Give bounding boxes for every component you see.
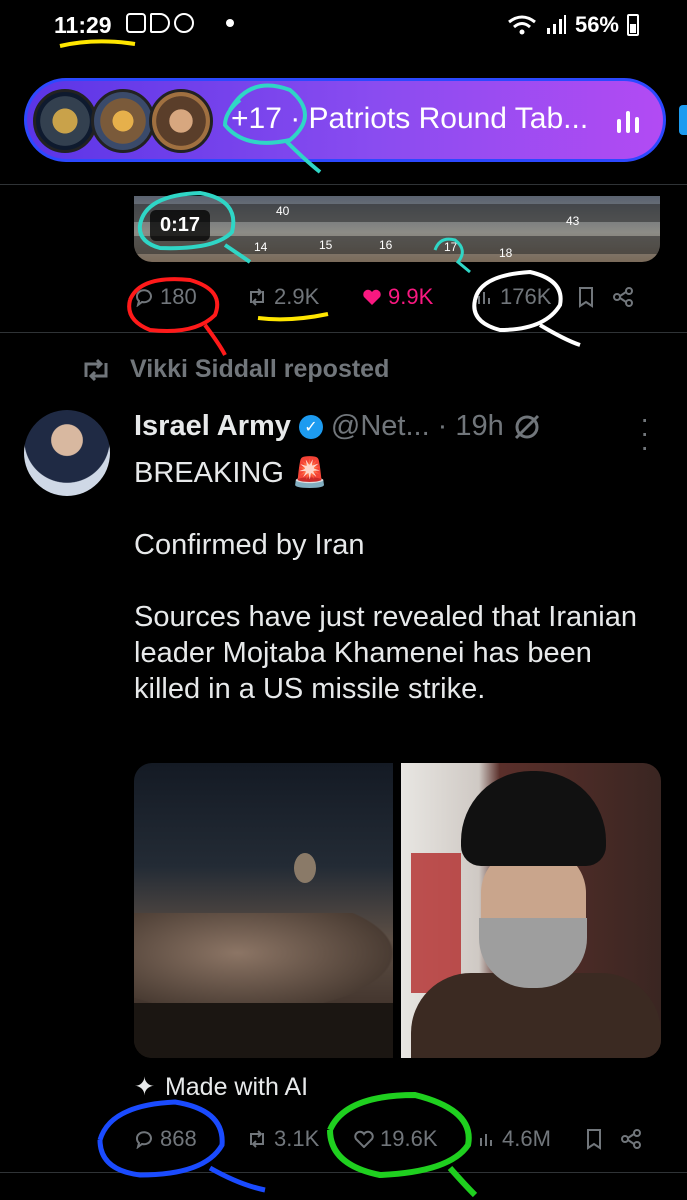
status-time: 11:29 [54,12,112,38]
wifi-icon [508,15,536,35]
tweet-media[interactable] [134,763,661,1058]
live-space-pill[interactable]: +17 · Patriots Round Tab... [24,78,666,162]
repost-button[interactable]: 3.1K [246,1126,354,1152]
tweet-line: Sources have just revealed that Iranian … [134,601,637,705]
battery-percent: 56% [574,12,619,37]
like-count: 9.9K [388,284,434,309]
portrait-image[interactable] [401,763,661,1058]
bookmark-icon[interactable] [584,1128,604,1150]
more-options-icon[interactable]: · · · [640,405,649,461]
views-button[interactable]: 176K [476,284,576,310]
reply-count: 868 [160,1126,197,1151]
more-notifications-dot [226,19,234,27]
author-handle[interactable]: @Net... [331,410,430,443]
divider [0,332,687,333]
seat-number: 17 [444,240,458,254]
space-host-avatar-3 [149,89,213,153]
space-title: +17 · Patriots Round Tab... [231,102,589,135]
seat-number: 16 [379,238,393,252]
seat-number: 14 [254,240,268,254]
signal-icon [546,15,566,34]
repost-button[interactable]: 2.9K [246,284,362,310]
repost-count: 2.9K [274,284,320,309]
ai-label-text: Made with AI [164,1072,309,1101]
seat-number: 43 [566,214,580,228]
tweet-line: BREAKING 🚨 [134,457,329,489]
tweet-author: Israel Army ✓ @Net... · 19h [134,410,542,443]
battery-icon [627,14,639,36]
video-duration: 0:17 [150,210,211,241]
like-button[interactable]: 19.6K [354,1126,478,1152]
tweet-actions: 868 3.1K 19.6K 4.6M [134,1126,654,1152]
divider [0,1172,687,1173]
audio-bars-icon [617,111,639,133]
notification-icons [126,13,194,33]
views-icon [480,1134,492,1146]
reply-button[interactable]: 180 [134,284,246,310]
screen-record-icon [174,13,194,33]
ai-label: ✦ Made with AI [134,1072,308,1102]
reposted-by[interactable]: Vikki Siddall reposted [80,355,389,384]
like-count: 19.6K [380,1126,438,1151]
repost-count: 3.1K [274,1126,320,1151]
repost-icon [84,358,108,381]
view-count: 4.6M [502,1126,551,1151]
sparkle-icon: ✦ [134,1073,155,1101]
grok-icon[interactable] [512,412,542,442]
tweet-body: BREAKING 🚨 Confirmed by Iran Sources hav… [134,455,664,743]
bookmark-icon[interactable] [576,286,596,308]
edge-handle[interactable] [679,105,687,135]
heart-icon [354,1130,374,1148]
play-store-icon [150,13,170,33]
prev-tweet-actions: 180 2.9K 9.9K 176K [134,284,654,310]
author-avatar[interactable] [24,410,110,496]
verified-badge-icon: ✓ [298,414,323,439]
status-right: 56% [507,12,639,38]
explosion-image[interactable] [134,763,393,1058]
repost-icon [250,288,264,306]
seat-number: 18 [499,246,513,260]
seat-number: 15 [319,238,333,252]
tweet-line: Confirmed by Iran [134,529,365,561]
share-icon[interactable] [620,1128,642,1150]
reply-button[interactable]: 868 [134,1126,246,1152]
gallery-icon [126,13,146,33]
video-thumbnail[interactable]: 40 14 15 16 17 18 43 [134,196,660,262]
author-name[interactable]: Israel Army [134,410,291,443]
seat-number: 40 [276,204,290,218]
space-host-avatar-1 [33,89,97,153]
views-button[interactable]: 4.6M [478,1126,584,1152]
reply-count: 180 [160,284,197,309]
views-icon [478,292,490,304]
share-icon[interactable] [612,286,634,308]
space-host-avatar-2 [91,89,155,153]
status-bar: 11:29 56% [0,0,687,56]
heart-filled-icon [363,289,381,305]
tweet-time: · 19h [437,410,504,442]
reply-icon [136,1131,152,1149]
like-button[interactable]: 9.9K [362,284,476,310]
view-count: 176K [500,284,552,309]
divider [0,184,687,185]
yellow-underline-reposts [257,312,329,322]
reposted-by-label: Vikki Siddall reposted [130,355,390,383]
reply-icon [136,289,152,307]
repost-icon [250,1130,264,1148]
